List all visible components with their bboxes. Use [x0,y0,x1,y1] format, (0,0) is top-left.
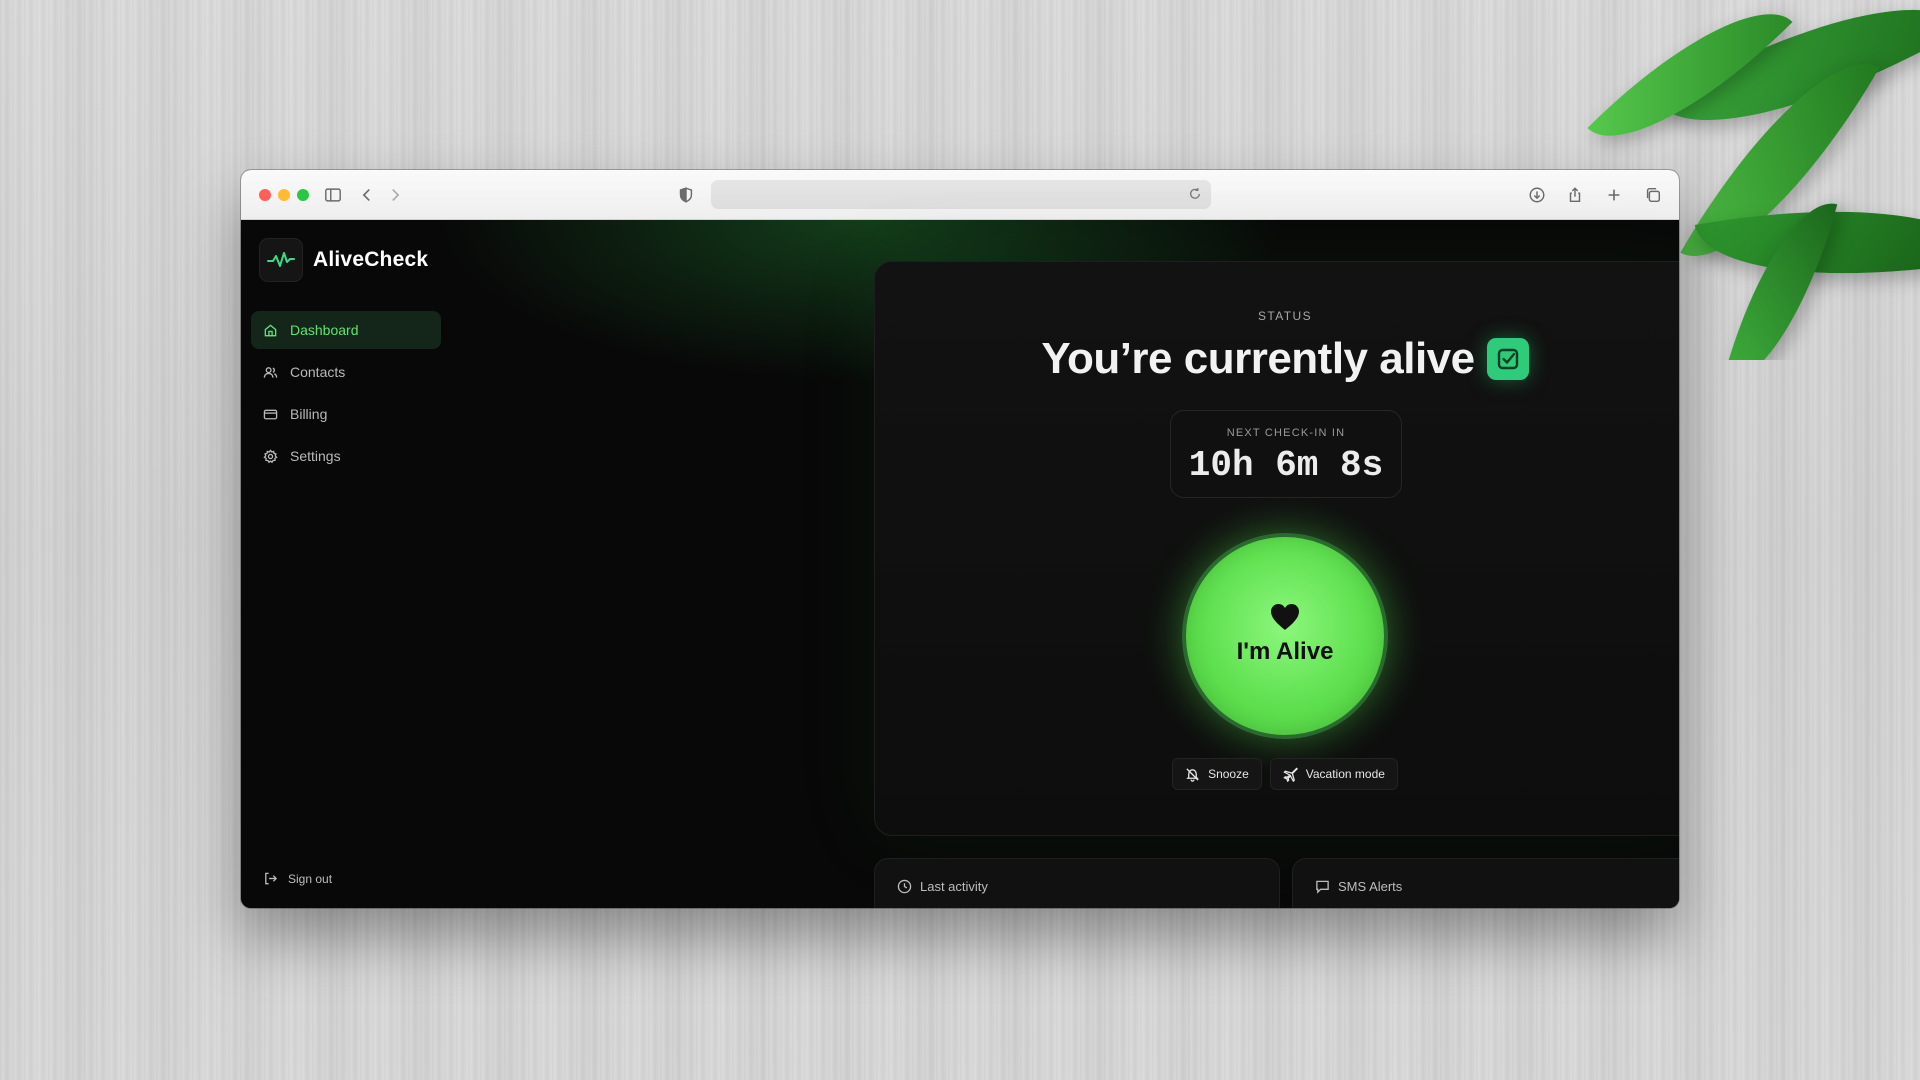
sidebar-item-billing[interactable]: Billing [251,395,441,433]
pulse-logo-icon [259,238,303,282]
sms-alerts-title: SMS Alerts [1315,879,1402,894]
message-icon [1316,880,1329,894]
check-badge-icon [1486,338,1529,380]
tab-overview-icon[interactable] [1641,183,1665,207]
back-icon[interactable] [355,183,379,207]
reload-icon[interactable] [1187,186,1203,202]
close-window-button[interactable] [259,189,271,201]
last-activity-label: Last activity [920,879,988,894]
sms-alerts-label: SMS Alerts [1338,879,1403,894]
heart-icon [1271,604,1299,630]
last-activity-card: Last activity [874,858,1280,908]
browser-titlebar [241,170,1679,220]
gear-icon [263,448,278,463]
maximize-window-button[interactable] [297,189,309,201]
sidebar-item-label: Settings [290,448,341,464]
home-icon [264,323,277,336]
headline-text: You’re currently alive [1041,334,1475,383]
users-icon [263,366,278,378]
snooze-button[interactable]: Snooze [1172,758,1262,790]
next-checkin-label: NEXT CHECK-IN IN [1226,427,1346,439]
clock-icon [897,879,912,894]
share-icon[interactable] [1563,183,1587,207]
last-activity-title: Last activity [897,879,988,894]
status-actions: Snooze Vacation mode [875,758,1679,790]
forward-icon[interactable] [383,183,407,207]
main-content: STATUS You’re currently alive NEXT CHECK… [451,220,1679,908]
snooze-label: Snooze [1208,767,1249,781]
plane-icon [1283,766,1298,782]
countdown-timer: 10h 6m 8s [1188,445,1384,486]
sidebar-nav: Dashboard Contacts Billing Settings [251,311,441,475]
app-shell: AliveCheck Dashboard Contacts Billing Se… [241,220,1679,908]
minimize-window-button[interactable] [278,189,290,201]
downloads-icon[interactable] [1525,183,1549,207]
vacation-mode-button[interactable]: Vacation mode [1269,758,1398,790]
im-alive-label: I'm Alive [1236,638,1334,665]
status-headline: You’re currently alive [875,334,1679,384]
vacation-mode-label: Vacation mode [1305,767,1385,781]
new-tab-icon[interactable] [1602,183,1626,207]
privacy-shield-icon[interactable] [674,183,698,207]
sidebar-item-label: Dashboard [290,322,359,338]
sms-alerts-card: SMS Alerts [1292,858,1679,908]
browser-window: AliveCheck Dashboard Contacts Billing Se… [241,170,1679,908]
sidebar-item-label: Contacts [290,364,346,380]
credit-card-icon [263,409,278,419]
sidebar: AliveCheck Dashboard Contacts Billing Se… [241,220,451,908]
brand-name: AliveCheck [313,248,429,271]
sidebar-item-contacts[interactable]: Contacts [251,353,441,391]
next-checkin-box: NEXT CHECK-IN IN 10h 6m 8s [1170,410,1402,498]
sidebar-item-label: Billing [290,406,328,422]
bell-off-icon [1186,767,1199,782]
status-card: STATUS You’re currently alive NEXT CHECK… [874,261,1679,836]
log-out-icon [265,872,278,885]
sign-out-button[interactable]: Sign out [263,871,332,886]
sidebar-toggle-icon[interactable] [321,183,345,207]
url-input[interactable] [711,180,1211,209]
address-bar[interactable] [711,180,1211,209]
status-label: STATUS [1258,309,1312,323]
sidebar-item-settings[interactable]: Settings [251,437,441,475]
im-alive-button[interactable]: I'm Alive [1182,533,1388,739]
sidebar-item-dashboard[interactable]: Dashboard [251,311,441,349]
brand[interactable]: AliveCheck [259,238,441,282]
sign-out-label: Sign out [288,871,333,886]
